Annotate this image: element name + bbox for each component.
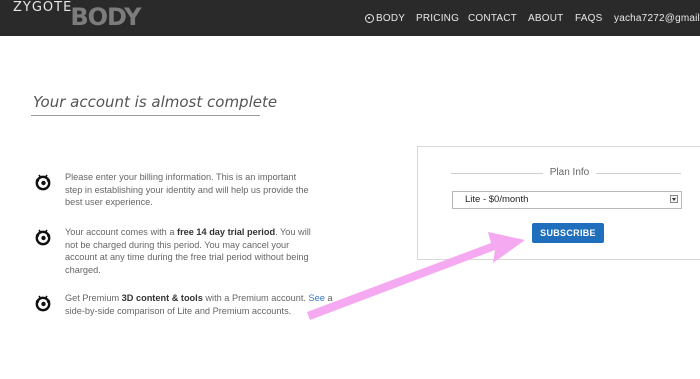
info-text-trial: Your account comes with a free 14 day tr… [65, 227, 311, 275]
subscribe-button[interactable]: SUBSCRIBE [532, 223, 604, 243]
panel-title: Plan Info [418, 167, 700, 178]
plan-select[interactable]: Lite - $0/month [452, 191, 682, 209]
nav-body[interactable]: BODY [365, 13, 405, 24]
heading-underline [31, 115, 260, 116]
swirl-icon [35, 295, 51, 312]
nav-contact[interactable]: CONTACT [468, 13, 517, 24]
logo-large-text: BODY [70, 3, 141, 31]
comparison-link[interactable]: See [309, 293, 325, 303]
premium-emphasis: 3D content & tools [121, 293, 203, 303]
nav-pricing[interactable]: PRICING [416, 13, 459, 24]
nav-faqs[interactable]: FAQS [575, 13, 602, 24]
top-nav-bar: ZYGOTE BODY BODY PRICING CONTACT ABOUT F… [0, 0, 700, 36]
nav-account-email[interactable]: yacha7272@gmail.com [614, 13, 700, 24]
swirl-icon [35, 229, 51, 246]
plan-info-panel: Plan Info Lite - $0/month SUBSCRIBE [417, 146, 700, 260]
info-item-trial: Your account comes with a free 14 day tr… [33, 226, 315, 276]
info-text-billing: Please enter your billing information. T… [65, 172, 309, 207]
chevron-down-icon[interactable] [670, 195, 678, 203]
page-heading: Your account is almost complete [33, 93, 278, 111]
swirl-icon [35, 174, 51, 191]
nav-about[interactable]: ABOUT [528, 13, 563, 24]
info-text-premium: Get Premium 3D content & tools with a Pr… [65, 293, 333, 316]
swirl-icon [365, 13, 374, 23]
trial-emphasis: free 14 day trial period [177, 227, 276, 237]
plan-select-value: Lite - $0/month [465, 194, 529, 205]
info-item-billing: Please enter your billing information. T… [33, 171, 315, 209]
zygote-body-logo[interactable]: ZYGOTE BODY [13, 0, 142, 35]
logo-small-text: ZYGOTE [13, 0, 73, 15]
info-item-premium: Get Premium 3D content & tools with a Pr… [33, 292, 340, 317]
